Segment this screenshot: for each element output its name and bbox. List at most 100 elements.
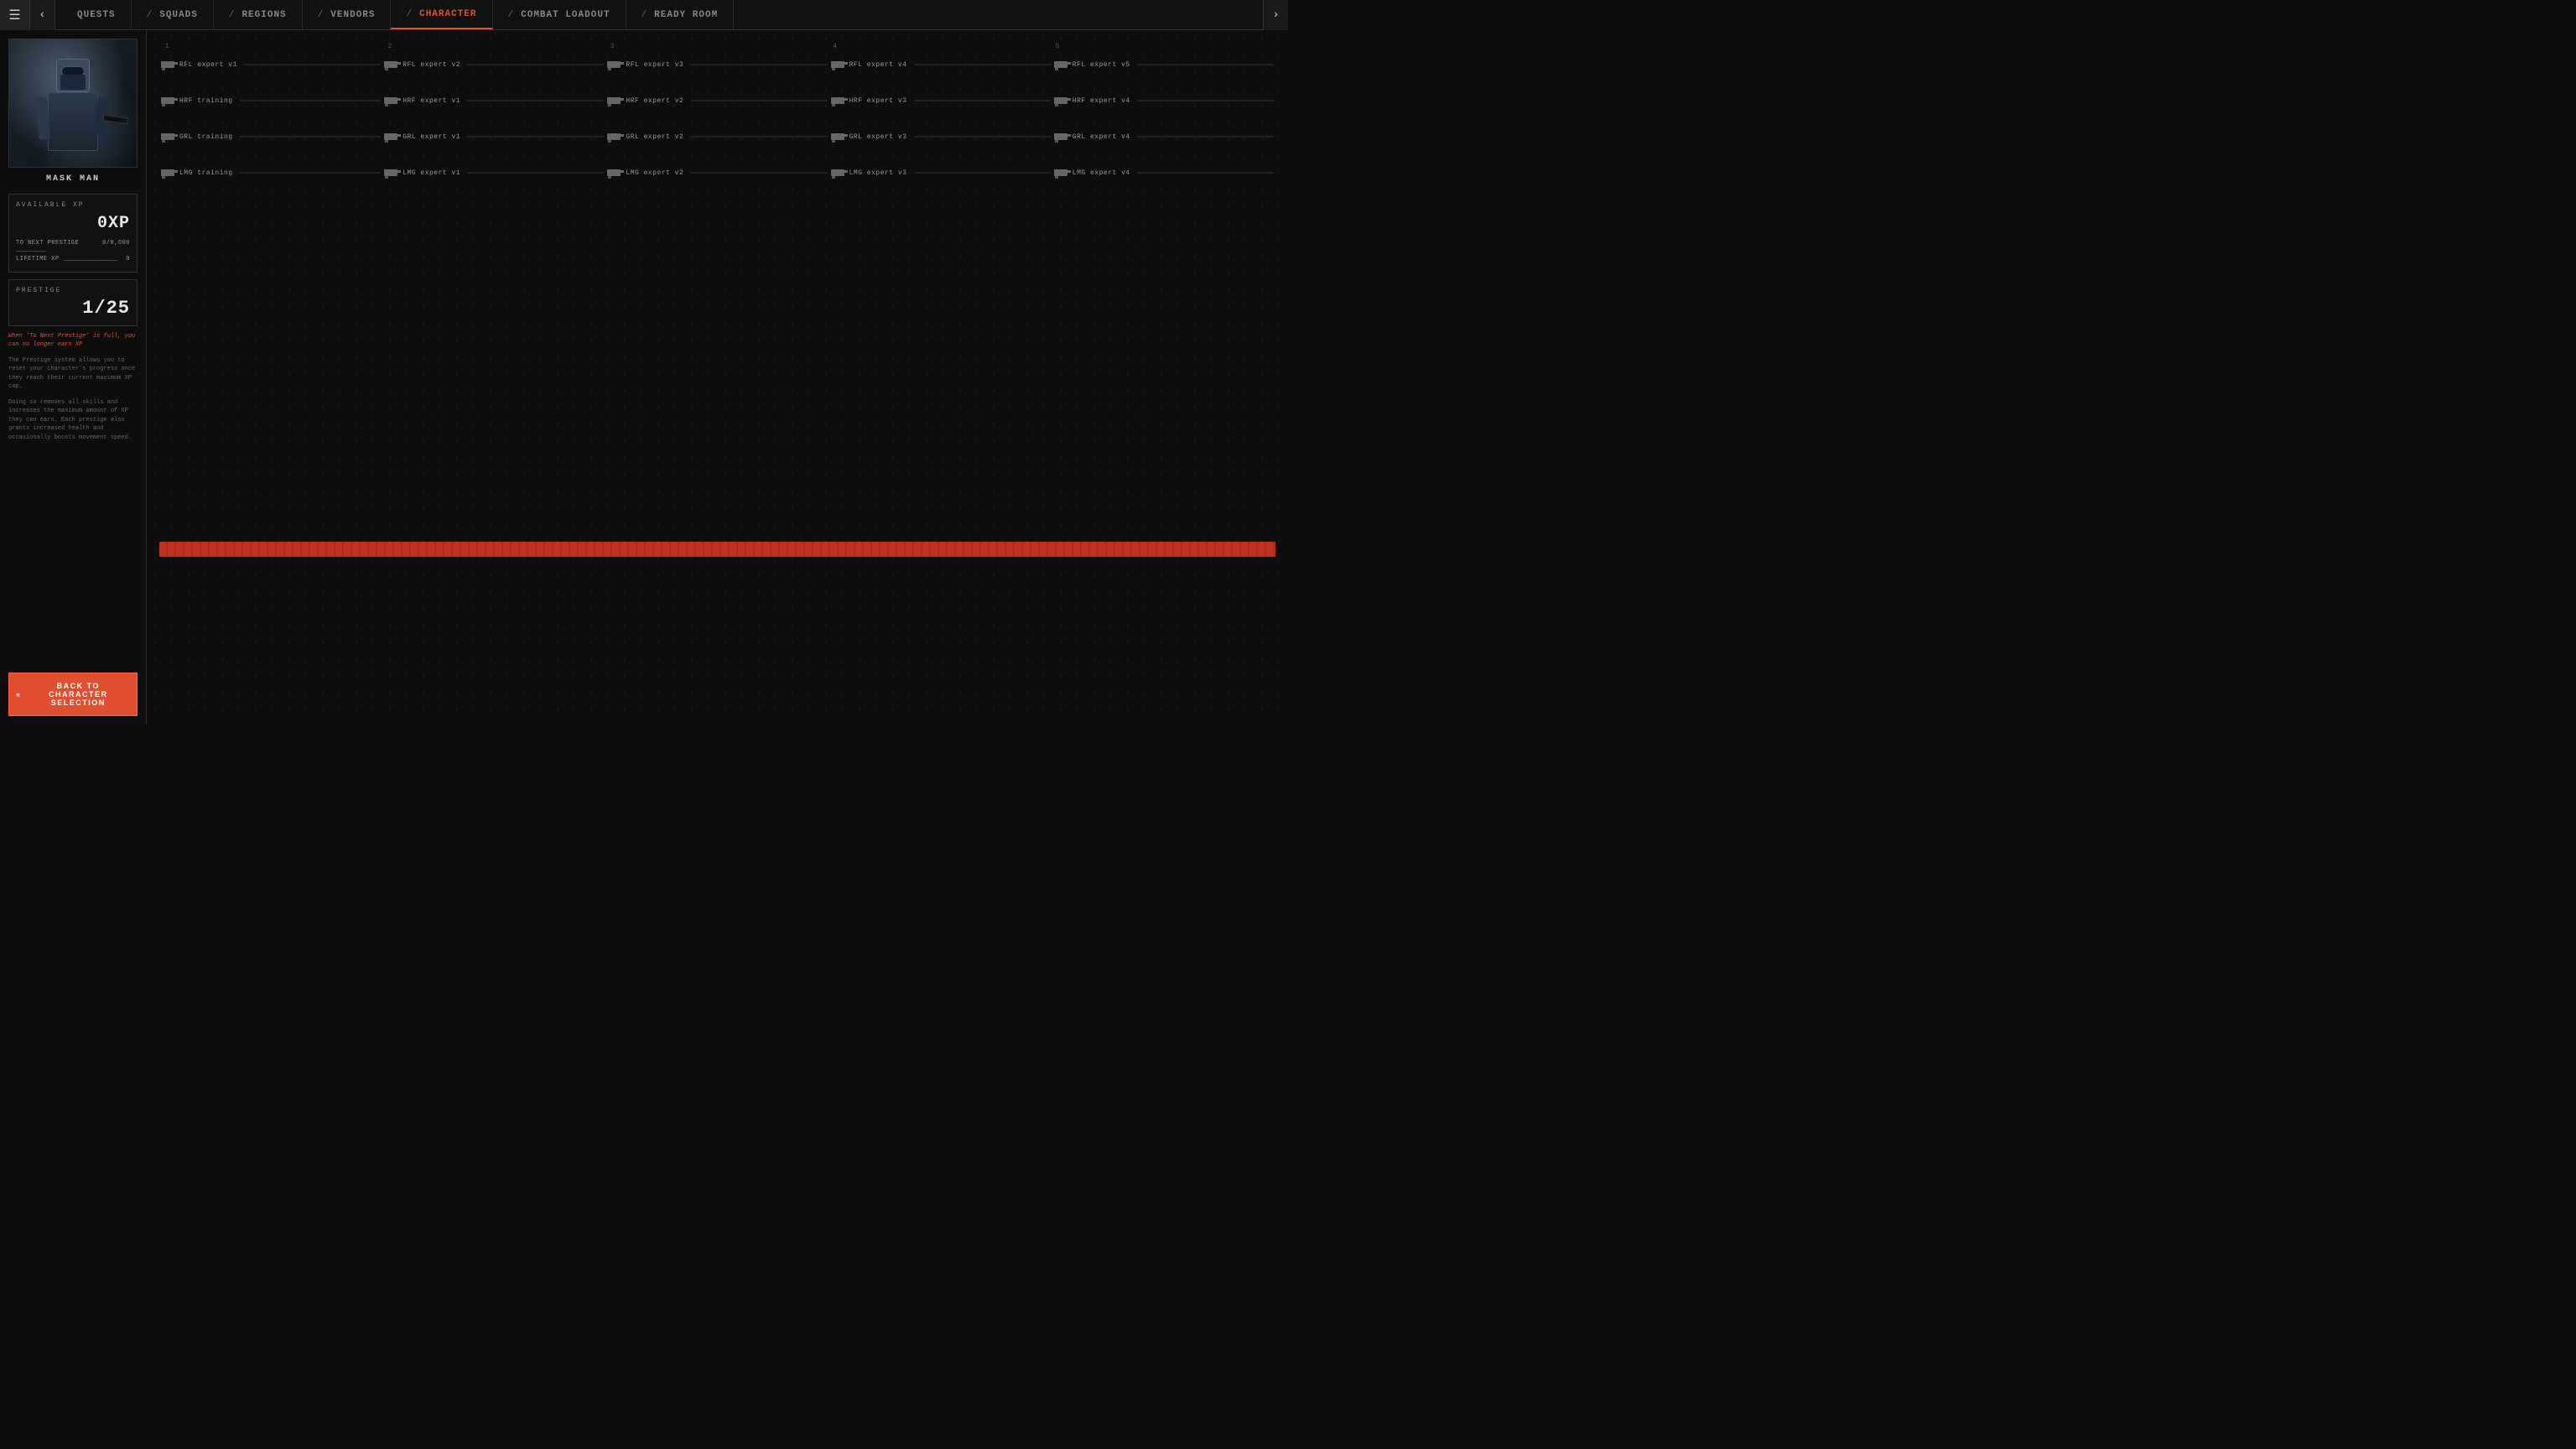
grl-v1-bar [467, 136, 604, 138]
lmg-v3-name: LMG expert v3 [849, 169, 907, 177]
lmg-training-icon [161, 169, 174, 177]
skill-item-hrf-training[interactable]: HRF training [159, 93, 382, 108]
tab-vendors[interactable]: / VENDORS [303, 0, 392, 29]
xp-lifetime-row: LIFETIME XP ____________________ 0 [16, 256, 130, 262]
hrf-v1-bar [467, 100, 604, 101]
grl-v3-bar [914, 136, 1051, 138]
skill-item-grl-v2[interactable]: GRL expert v2 [605, 129, 828, 144]
portrait-weapon [102, 114, 128, 124]
xp-section: AVAILABLE XP 0XP TO NEXT PRESTIGE ______… [8, 194, 138, 273]
xp-to-next-label: TO NEXT PRESTIGE ___________ [16, 240, 102, 253]
lmg-v2-bar [690, 172, 827, 174]
tab-character[interactable]: / CHARACTER [391, 0, 492, 29]
lmg-v4-name: LMG expert v4 [1072, 169, 1130, 177]
skill-item-rfl-v5[interactable]: RFL expert v5 [1052, 57, 1275, 72]
rfl-v4-name: RFL expert v4 [849, 61, 907, 69]
lmg-v4-bar [1137, 172, 1274, 174]
grl-v3-name: GRL expert v3 [849, 133, 907, 141]
grl-v4-icon [1054, 132, 1067, 141]
hrf-v3-bar [914, 100, 1051, 101]
lmg-v1-bar [467, 172, 604, 174]
portrait-body [48, 92, 98, 151]
skill-item-grl-v1[interactable]: GRL expert v1 [382, 129, 605, 144]
skill-item-grl-training[interactable]: GRL training [159, 129, 382, 144]
hrf-v4-bar [1137, 100, 1274, 101]
nav-next-arrow[interactable]: › [1263, 0, 1288, 30]
skill-row-rfl: RFL expert v1 RFL expert v2 RFL expert v… [159, 57, 1275, 72]
nav-bar: ☰ ‹ QUESTS / SQUADS / REGIONS / VENDORS … [0, 0, 1288, 30]
hrf-v2-name: HRF expert v2 [626, 97, 683, 105]
portrait-arm-left [35, 96, 50, 139]
col-num-1: 1 [161, 43, 383, 50]
tab-quests[interactable]: QUESTS [55, 0, 132, 29]
skill-item-hrf-v1[interactable]: HRF expert v1 [382, 93, 605, 108]
hrf-v2-bar [690, 100, 827, 101]
skill-item-lmg-training[interactable]: LMG training [159, 165, 382, 180]
lmg-v1-icon [384, 169, 397, 177]
character-name: MASK MAN [8, 174, 138, 184]
portrait-figure [22, 46, 124, 161]
skill-row-grl: GRL training GRL expert v1 GRL expert v2 [159, 129, 1275, 144]
tab-ready-room[interactable]: / READY ROOM [626, 0, 735, 29]
prestige-section: PRESTIGE 1/25 [8, 279, 138, 326]
left-panel: MASK MAN AVAILABLE XP 0XP TO NEXT PRESTI… [0, 30, 147, 724]
grl-v1-name: GRL expert v1 [402, 133, 460, 141]
back-to-character-button[interactable]: « BACK TO CHARACTER SELECTION [8, 673, 138, 716]
tab-regions[interactable]: / REGIONS [214, 0, 303, 29]
character-portrait [8, 39, 138, 168]
skill-item-hrf-v3[interactable]: HRF expert v3 [829, 93, 1052, 108]
rfl-v1-name: RFL expert v1 [179, 61, 237, 69]
lmg-training-bar [240, 172, 382, 174]
hrf-training-name: HRF training [179, 97, 233, 105]
prestige-desc1: The Prestige system allows you to reset … [8, 356, 138, 392]
grl-v4-bar [1137, 136, 1274, 138]
skill-item-rfl-v1[interactable]: RFL expert v1 [159, 57, 382, 72]
skill-item-lmg-v2[interactable]: LMG expert v2 [605, 165, 828, 180]
tab-squads[interactable]: / SQUADS [132, 0, 214, 29]
hrf-v1-icon [384, 96, 397, 105]
col-num-3: 3 [606, 43, 828, 50]
tab-combat-loadout[interactable]: / COMBAT LOADOUT [493, 0, 626, 29]
col-num-2: 2 [383, 43, 605, 50]
lmg-v3-bar [914, 172, 1051, 174]
grl-v2-icon [607, 132, 621, 141]
xp-section-label: AVAILABLE XP [16, 201, 130, 209]
rfl-v5-bar [1137, 64, 1274, 65]
skill-item-hrf-v4[interactable]: HRF expert v4 [1052, 93, 1275, 108]
portrait-head [56, 59, 90, 92]
menu-button[interactable]: ☰ [0, 0, 30, 30]
portrait-mask [60, 75, 86, 90]
prestige-label: PRESTIGE [16, 287, 130, 294]
lmg-training-name: LMG training [179, 169, 233, 177]
skill-item-hrf-v2[interactable]: HRF expert v2 [605, 93, 828, 108]
lmg-v4-icon [1054, 169, 1067, 177]
hrf-training-icon [161, 96, 174, 105]
skill-item-grl-v4[interactable]: GRL expert v4 [1052, 129, 1275, 144]
lmg-v2-name: LMG expert v2 [626, 169, 683, 177]
grl-v2-bar [690, 136, 827, 138]
rfl-v2-name: RFL expert v2 [402, 61, 460, 69]
rfl-v2-bar [467, 64, 604, 65]
grl-v4-name: GRL expert v4 [1072, 133, 1130, 141]
skill-item-rfl-v3[interactable]: RFL expert v3 [605, 57, 828, 72]
portrait-art [9, 39, 137, 167]
skill-item-lmg-v4[interactable]: LMG expert v4 [1052, 165, 1275, 180]
rfl-v4-bar [914, 64, 1051, 65]
lmg-v2-icon [607, 169, 621, 177]
skill-row-lmg: LMG training LMG expert v1 LMG expert v2 [159, 165, 1275, 180]
skill-item-lmg-v3[interactable]: LMG expert v3 [829, 165, 1052, 180]
back-button-label: BACK TO CHARACTER SELECTION [27, 682, 130, 707]
skill-item-rfl-v4[interactable]: RFL expert v4 [829, 57, 1052, 72]
xp-lifetime-value: 0 [126, 256, 130, 262]
prestige-warning: When 'To Next Prestige' is full, you can… [8, 333, 138, 350]
nav-prev-arrow[interactable]: ‹ [30, 0, 55, 30]
nav-tabs: QUESTS / SQUADS / REGIONS / VENDORS / CH… [55, 0, 1263, 29]
skill-item-lmg-v1[interactable]: LMG expert v1 [382, 165, 605, 180]
skill-item-grl-v3[interactable]: GRL expert v3 [829, 129, 1052, 144]
main-layout: MASK MAN AVAILABLE XP 0XP TO NEXT PRESTI… [0, 30, 1288, 724]
rfl-v1-icon [161, 60, 174, 69]
rfl-v3-bar [690, 64, 827, 65]
xp-to-next-row: TO NEXT PRESTIGE ___________ 0/8,000 [16, 240, 130, 253]
rfl-v3-name: RFL expert v3 [626, 61, 683, 69]
skill-item-rfl-v2[interactable]: RFL expert v2 [382, 57, 605, 72]
